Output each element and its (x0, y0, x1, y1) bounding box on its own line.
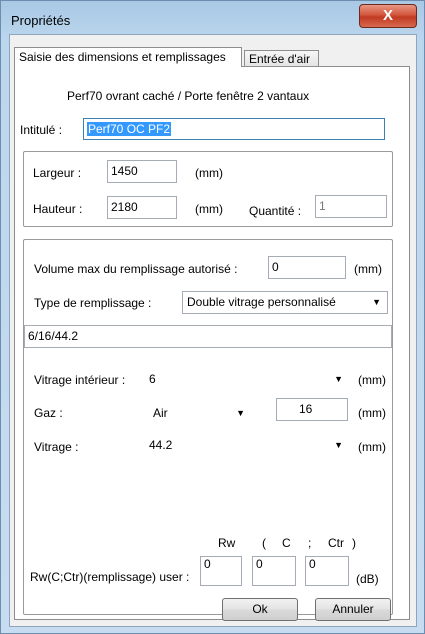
intitule-input[interactable]: Perf70 OC PF2 (83, 118, 385, 140)
rw-header: Rw (218, 536, 236, 550)
tab-dimensions[interactable]: Saisie des dimensions et remplissages (14, 47, 242, 67)
hauteur-label: Hauteur : (33, 202, 83, 216)
ctr-header: Ctr (328, 536, 344, 550)
acoustic-label: Rw(C;Ctr)(remplissage) user : (30, 570, 190, 584)
gaz-label: Gaz : (34, 406, 63, 420)
window-title: Propriétés (11, 13, 71, 28)
vitrage-unit: (mm) (358, 440, 386, 454)
hauteur-unit: (mm) (195, 202, 223, 216)
composition-input[interactable]: 6/16/44.2 (24, 325, 392, 348)
gaz-thickness-input[interactable]: 16 (276, 398, 348, 421)
dimensions-group: Largeur : 1450 (mm) Hauteur : 2180 (mm) … (23, 151, 393, 227)
vitrage-interieur-label: Vitrage intérieur : (34, 373, 126, 387)
vitrage-select[interactable]: 44.2 ▼ (144, 434, 350, 457)
product-heading: Perf70 ovrant caché / Porte fenêtre 2 va… (67, 89, 310, 103)
intitule-value: Perf70 OC PF2 (87, 122, 172, 136)
rw-input[interactable]: 0 (200, 556, 242, 586)
chevron-down-icon: ▼ (334, 374, 343, 384)
ok-button[interactable]: Ok (222, 598, 298, 621)
paren-close-header: ) (352, 536, 356, 550)
largeur-label: Largeur : (33, 166, 82, 180)
type-remplissage-label: Type de remplissage : (34, 296, 152, 310)
intitule-label: Intitulé : (20, 123, 63, 137)
close-button[interactable]: X (359, 4, 417, 28)
chevron-down-icon: ▼ (334, 440, 343, 450)
volume-input[interactable]: 0 (268, 256, 346, 279)
type-remplissage-value: Double vitrage personnalisé (187, 295, 336, 309)
gaz-value: Air (153, 406, 168, 420)
vitrage-interieur-unit: (mm) (358, 373, 386, 387)
close-icon: X (382, 7, 393, 24)
chevron-down-icon: ▼ (372, 297, 381, 307)
quantite-label: Quantité : (249, 204, 302, 218)
volume-unit: (mm) (354, 262, 382, 276)
type-remplissage-select[interactable]: Double vitrage personnalisé ▼ (182, 291, 388, 314)
gaz-select[interactable]: Air ▼ (148, 402, 252, 425)
ctr-input[interactable]: 0 (305, 556, 349, 586)
vitrage-interieur-value: 6 (149, 372, 156, 386)
vitrage-value: 44.2 (149, 438, 173, 452)
chevron-down-icon: ▼ (236, 408, 245, 418)
c-header: C (282, 536, 291, 550)
remplissage-group: Volume max du remplissage autorisé : 0 (… (23, 239, 393, 615)
vitrage-interieur-select[interactable]: 6 ▼ (144, 368, 350, 391)
tab-panel: Perf70 ovrant caché / Porte fenêtre 2 va… (14, 66, 410, 620)
vitrage-label: Vitrage : (34, 440, 79, 454)
hauteur-input[interactable]: 2180 (107, 196, 177, 219)
largeur-input[interactable]: 1450 (107, 160, 177, 183)
quantite-input[interactable]: 1 (315, 195, 387, 218)
gaz-unit: (mm) (358, 406, 386, 420)
largeur-unit: (mm) (195, 166, 223, 180)
paren-open-header: ( (262, 536, 266, 550)
c-input[interactable]: 0 (252, 556, 296, 586)
volume-label: Volume max du remplissage autorisé : (34, 262, 238, 276)
db-unit: (dB) (356, 572, 379, 586)
semicolon-header: ; (308, 536, 312, 550)
cancel-button[interactable]: Annuler (315, 598, 391, 621)
